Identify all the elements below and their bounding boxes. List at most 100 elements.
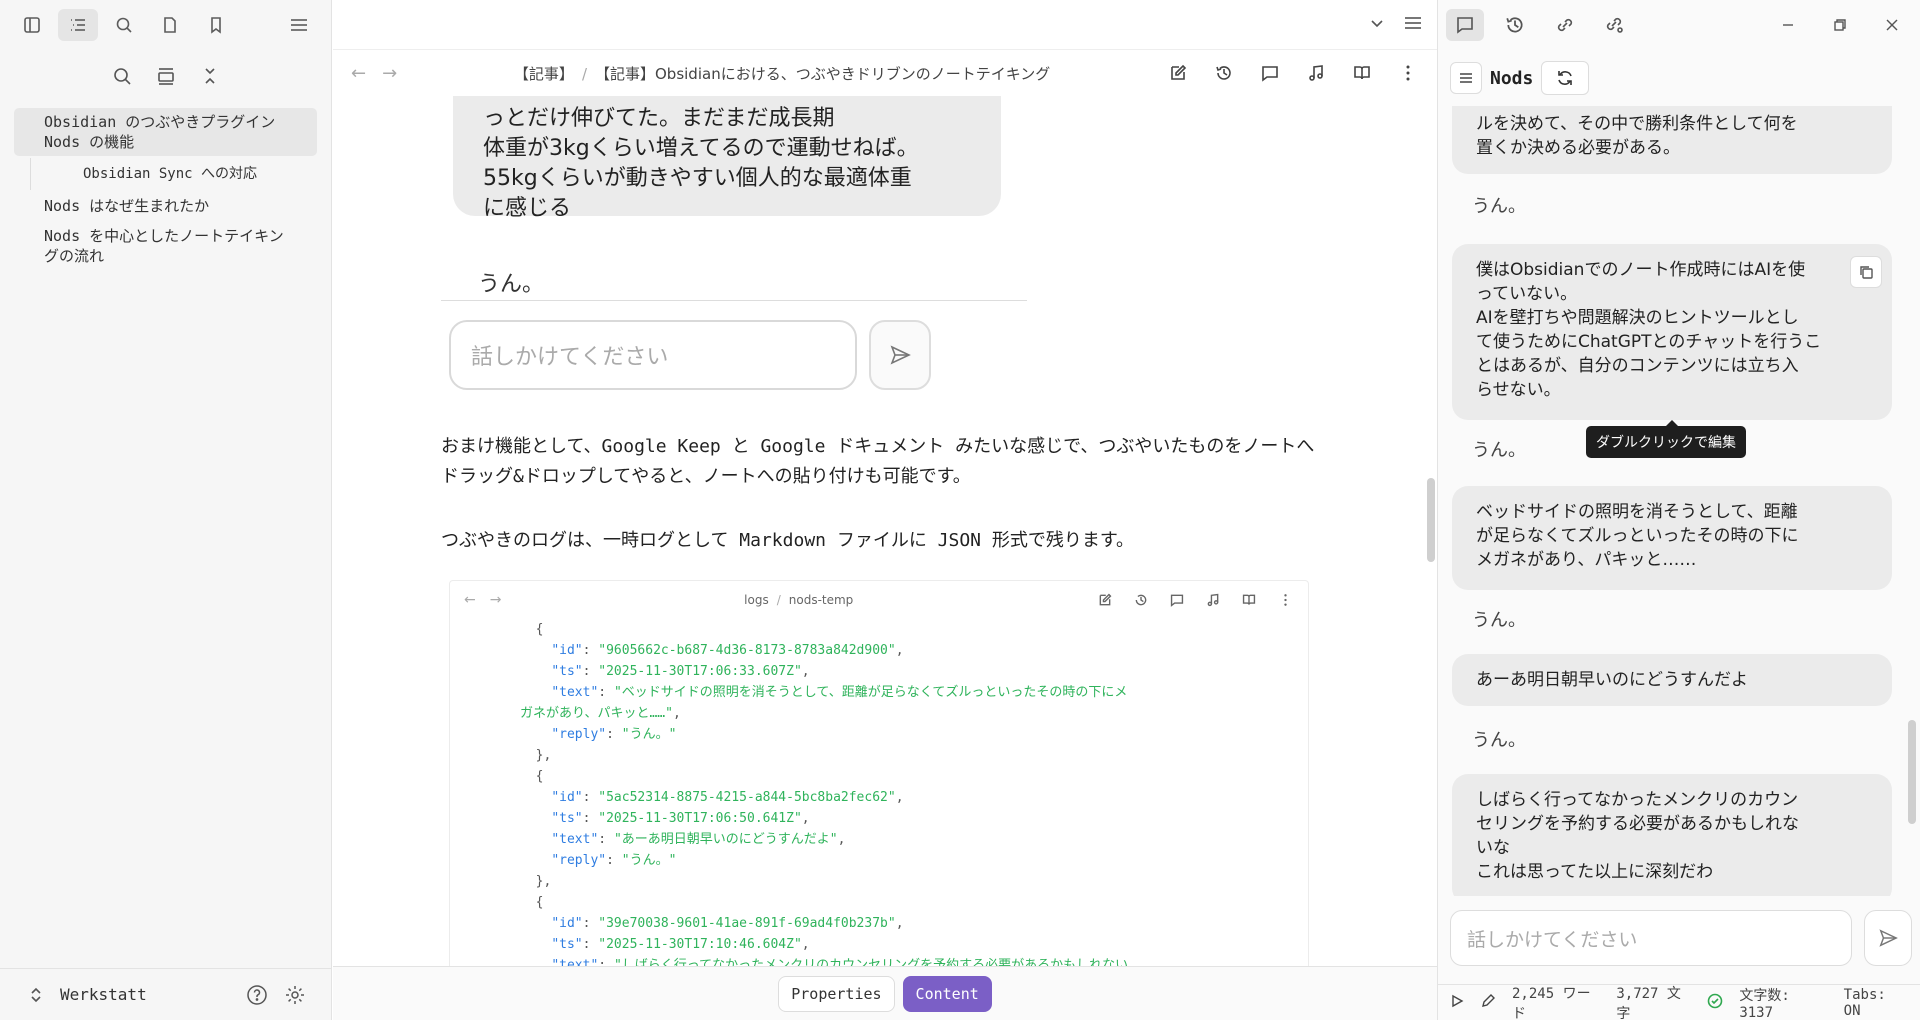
json-value: "9605662c-b687-4d36-8173-8783a842d900" — [598, 643, 896, 658]
pencil-icon[interactable] — [1480, 993, 1496, 1013]
outline-item[interactable]: Obsidian Sync への対応 — [30, 158, 317, 190]
nods-menu-icon[interactable] — [1450, 62, 1482, 94]
chat-message[interactable]: 僕はObsidianでのノート作成時にはAIを使 っていない。 AIを壁打ちや問… — [1452, 244, 1892, 420]
outline-item[interactable]: Obsidian のつぶやきプラグイン Nods の機能 — [14, 108, 317, 156]
chat-input[interactable]: 話しかけてください — [1450, 910, 1852, 966]
send-button[interactable] — [1864, 910, 1912, 966]
embedded-chat-bubble[interactable]: っとだけ伸びてた。まだまだ成長期 体重が3kgくらい増えてるので運動せねば。 5… — [453, 96, 1001, 221]
file-icon[interactable] — [150, 9, 190, 41]
status-bar: 2,245 ワード 3,727 文字 文字数: 3137 Tabs: ON — [1438, 984, 1920, 1020]
reading-view-book-icon[interactable] — [1240, 591, 1258, 609]
outline-layout-icon[interactable] — [151, 61, 181, 91]
forward-arrow-icon[interactable]: → — [490, 592, 502, 608]
back-arrow-icon[interactable]: ← — [464, 592, 476, 608]
content-tab[interactable]: Content — [902, 975, 992, 1012]
chat-reply: うん。 — [1472, 196, 1526, 217]
tooltip: ダブルクリックで編集 — [1586, 420, 1746, 458]
breadcrumb-folder[interactable]: 【記事】 — [514, 65, 574, 83]
outline-list: Obsidian のつぶやきプラグイン Nods の機能 Obsidian Sy… — [0, 102, 331, 278]
code-line: "id": "5ac52314-8875-4215-a844-5bc8ba2fe… — [551, 790, 904, 805]
properties-tab[interactable]: Properties — [778, 975, 895, 1012]
more-options-icon[interactable] — [1397, 62, 1419, 84]
chat-message[interactable]: ルを決めて、その中で勝利条件として何を 置くか決める必要がある。 — [1452, 106, 1892, 174]
music-note-icon[interactable] — [1305, 62, 1327, 84]
json-value: "あーあ明日朝早いのにどうすんだよ" — [613, 832, 838, 847]
outline-icon[interactable] — [58, 9, 98, 41]
message-line: これは思ってた以上に深刻だわ — [1476, 862, 1714, 882]
minimize-icon[interactable] — [1768, 9, 1808, 41]
bookmark-icon[interactable] — [196, 9, 236, 41]
message-line: て使うためにChatGPTとのチャットを行うこ — [1476, 332, 1822, 352]
history-icon[interactable] — [1132, 591, 1150, 609]
chat-message[interactable]: しばらく行ってなかったメンクリのカウン セリングを予約する必要があるかもしれな … — [1452, 774, 1892, 896]
reading-view-book-icon[interactable] — [1351, 62, 1373, 84]
code-line: "ts": "2025-11-30T17:06:50.641Z", — [551, 811, 810, 826]
code-line: { — [520, 622, 544, 637]
play-icon[interactable] — [1450, 994, 1464, 1012]
code-line: "ts": "2025-11-30T17:10:46.604Z", — [551, 937, 810, 952]
embedded-reply: うん。 — [478, 272, 545, 297]
link-icon[interactable] — [1546, 9, 1584, 41]
chat-scrollbar[interactable] — [1908, 720, 1916, 824]
link-settings-icon[interactable] — [1596, 9, 1634, 41]
chat-message[interactable]: あーあ明日朝早いのにどうすんだよ — [1452, 654, 1892, 706]
breadcrumb: 【記事】 / 【記事】Obsidianにおける、つぶやきドリブンのノートテイキング — [397, 63, 1167, 84]
music-note-icon[interactable] — [1204, 591, 1222, 609]
history-icon[interactable] — [1213, 62, 1235, 84]
code-line: { — [520, 895, 544, 910]
code-line: "id": "9605662c-b687-4d36-8173-8783a842d… — [551, 643, 904, 658]
embed-breadcrumb-file[interactable]: nods-temp — [789, 593, 854, 607]
editor-scrollbar[interactable] — [1427, 478, 1435, 562]
json-value: ガネがあり、パキッと……" — [520, 706, 673, 721]
embed-header: ← → logs / nods-temp — [450, 581, 1308, 619]
vault-name[interactable]: Werkstatt — [60, 985, 233, 1004]
restore-icon[interactable] — [1820, 9, 1860, 41]
nods-chat-icon[interactable] — [1446, 9, 1484, 41]
settings-gear-icon[interactable] — [281, 981, 309, 1009]
code-line: ガネがあり、パキッと……", — [520, 706, 681, 721]
json-code-block[interactable]: { "id": "9605662c-b687-4d36-8173-8783a84… — [450, 619, 1308, 966]
sync-check-icon[interactable] — [1707, 993, 1723, 1013]
tab-list-chevron-icon[interactable] — [1369, 15, 1385, 35]
back-arrow-icon[interactable]: ← — [351, 63, 366, 84]
editor-pane: ← → 【記事】 / 【記事】Obsidianにおける、つぶやきドリブンのノートテイ… — [333, 0, 1437, 1020]
refresh-icon[interactable] — [1541, 61, 1590, 95]
outline-item[interactable]: Nods はなぜ生まれたか — [14, 192, 317, 220]
embedded-chat-input[interactable]: 話しかけてください — [449, 320, 857, 390]
json-value: "うん。" — [621, 727, 677, 742]
code-line: { — [520, 769, 544, 784]
vault-chevron-icon[interactable] — [22, 981, 50, 1009]
embedded-send-button[interactable] — [869, 320, 931, 390]
outline-search-icon[interactable] — [107, 61, 137, 91]
char-count: 3,727 文字 — [1616, 985, 1681, 1020]
tab-menu-icon[interactable] — [1403, 14, 1423, 36]
edit-icon[interactable] — [1096, 591, 1114, 609]
history-icon[interactable] — [1496, 9, 1534, 41]
embed-breadcrumb-folder[interactable]: logs — [744, 593, 769, 607]
sidebar-toggle-icon[interactable] — [12, 9, 52, 41]
message-line: が足らなくてズルっといったその時の下に — [1476, 526, 1799, 546]
edit-icon[interactable] — [1167, 62, 1189, 84]
view-header: ← → 【記事】 / 【記事】Obsidianにおける、つぶやきドリブンのノートテイ… — [333, 50, 1437, 96]
chat-bubble-icon[interactable] — [1259, 62, 1281, 84]
forward-arrow-icon[interactable]: → — [382, 63, 397, 84]
chat-message[interactable]: ベッドサイドの照明を消そうとして、距離 が足らなくてズルっといったその時の下に … — [1452, 486, 1892, 590]
chat-log[interactable]: ルを決めて、その中で勝利条件として何を 置くか決める必要がある。 うん。 僕はO… — [1438, 106, 1898, 896]
bottom-view-tabs: Properties Content — [333, 966, 1437, 1020]
outline-toolbar — [0, 50, 331, 102]
outline-item[interactable]: Nods を中心としたノートテイキングの流れ — [14, 222, 317, 270]
collapse-all-icon[interactable] — [195, 61, 225, 91]
nods-header: Nods — [1438, 50, 1920, 106]
chat-reply: うん。 — [1472, 730, 1526, 751]
search-icon[interactable] — [104, 9, 144, 41]
copy-icon[interactable] — [1850, 256, 1882, 288]
help-icon[interactable] — [243, 981, 271, 1009]
chat-reply: うん。 — [1472, 440, 1526, 461]
close-icon[interactable] — [1872, 9, 1912, 41]
chat-bubble-icon[interactable] — [1168, 591, 1186, 609]
more-options-icon[interactable] — [1276, 591, 1294, 609]
menu-icon[interactable] — [279, 9, 319, 41]
breadcrumb-file[interactable]: 【記事】Obsidianにおける、つぶやきドリブンのノートテイキング — [595, 65, 1050, 83]
tabs-status[interactable]: Tabs: ON — [1844, 987, 1908, 1019]
message-line: 置くか決める必要がある。 — [1476, 138, 1680, 158]
